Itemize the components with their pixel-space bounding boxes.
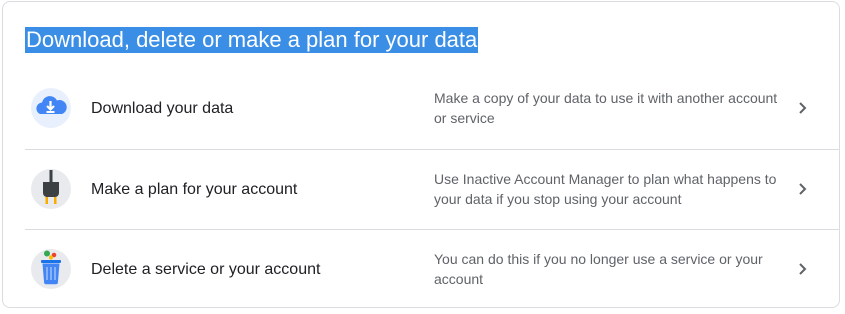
cloud-download-icon xyxy=(30,87,72,129)
trash-bin-icon xyxy=(30,248,72,290)
make-a-plan-description: Use Inactive Account Manager to plan wha… xyxy=(434,171,777,207)
download-your-data-row[interactable]: Download your data Make a copy of your d… xyxy=(25,69,839,149)
delete-service-row[interactable]: Delete a service or your account You can… xyxy=(25,229,839,310)
make-a-plan-row[interactable]: Make a plan for your account Use Inactiv… xyxy=(25,149,839,230)
download-your-data-label: Download your data xyxy=(91,100,234,117)
chevron-right-icon xyxy=(797,179,809,199)
delete-service-label: Delete a service or your account xyxy=(91,261,321,278)
make-a-plan-label: Make a plan for your account xyxy=(91,181,298,198)
download-your-data-description: Make a copy of your data to use it with … xyxy=(434,90,778,126)
chevron-right-icon xyxy=(797,259,809,279)
section-title: Download, delete or make a plan for your… xyxy=(25,27,479,53)
delete-service-description: You can do this if you no longer use a s… xyxy=(434,251,763,287)
chevron-right-icon xyxy=(797,98,809,118)
power-plug-icon xyxy=(30,168,72,210)
